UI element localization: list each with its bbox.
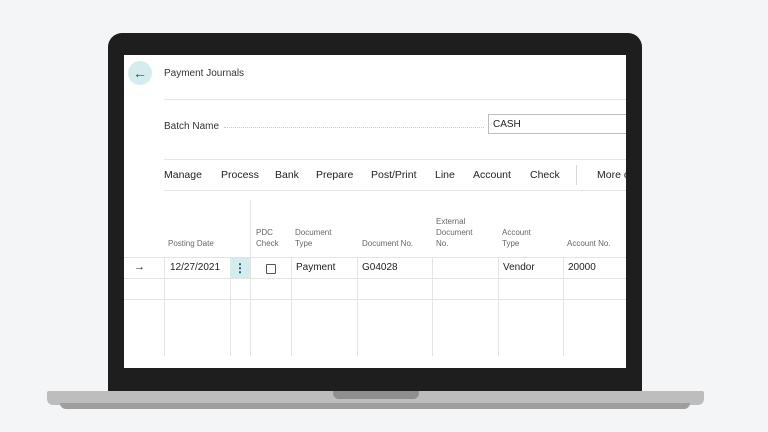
column-divider bbox=[164, 258, 165, 356]
pdc-check-checkbox[interactable] bbox=[266, 264, 276, 274]
batch-name-leader bbox=[224, 127, 484, 128]
cell-document-no[interactable]: G04028 bbox=[362, 262, 398, 273]
row-divider bbox=[124, 299, 626, 300]
header-document-type[interactable]: Document Type bbox=[295, 227, 345, 249]
menu-process[interactable]: Process bbox=[221, 169, 259, 181]
cell-document-type[interactable]: Payment bbox=[296, 262, 335, 273]
header-posting-date[interactable]: Posting Date bbox=[168, 238, 214, 249]
laptop-base-bottom bbox=[60, 403, 690, 409]
menu-more-options[interactable]: More o bbox=[597, 169, 626, 181]
cell-posting-date[interactable]: 12/27/2021 bbox=[170, 262, 220, 273]
title-divider bbox=[164, 99, 626, 100]
menu-line[interactable]: Line bbox=[435, 169, 455, 181]
back-button[interactable]: ← bbox=[128, 61, 152, 85]
menu-prepare[interactable]: Prepare bbox=[316, 169, 353, 181]
menu-check[interactable]: Check bbox=[530, 169, 560, 181]
header-pdc-check[interactable]: PDC Check bbox=[256, 227, 286, 249]
menu-post-print[interactable]: Post/Print bbox=[371, 169, 417, 181]
laptop-notch bbox=[333, 391, 419, 399]
row-actions-icon[interactable]: ⋮ bbox=[230, 258, 250, 278]
screen: ← Payment Journals Batch Name Manage Pro… bbox=[124, 55, 626, 368]
menu-account[interactable]: Account bbox=[473, 169, 511, 181]
page-title: Payment Journals bbox=[164, 68, 245, 79]
back-arrow-icon: ← bbox=[133, 65, 147, 81]
header-account-no[interactable]: Account No. bbox=[567, 238, 611, 249]
header-account-type[interactable]: Account Type bbox=[502, 227, 542, 249]
column-divider bbox=[291, 258, 292, 356]
row-divider bbox=[124, 278, 626, 279]
cell-account-no[interactable]: 20000 bbox=[568, 262, 596, 273]
column-divider bbox=[432, 258, 433, 356]
batch-name-input[interactable] bbox=[488, 114, 626, 134]
action-bar: Manage Process Bank Prepare Post/Print L… bbox=[164, 159, 626, 191]
menu-separator bbox=[576, 165, 577, 185]
column-divider bbox=[357, 258, 358, 356]
current-row-arrow-icon: → bbox=[134, 261, 145, 273]
column-divider bbox=[498, 258, 499, 356]
header-document-no[interactable]: Document No. bbox=[362, 238, 413, 249]
batch-name-label: Batch Name bbox=[164, 121, 220, 132]
menu-bank[interactable]: Bank bbox=[275, 169, 299, 181]
header-external-document-no[interactable]: External Document No. bbox=[436, 216, 482, 249]
menu-manage[interactable]: Manage bbox=[164, 169, 202, 181]
row-divider bbox=[124, 257, 626, 258]
column-divider bbox=[563, 258, 564, 356]
cell-account-type[interactable]: Vendor bbox=[503, 262, 535, 273]
